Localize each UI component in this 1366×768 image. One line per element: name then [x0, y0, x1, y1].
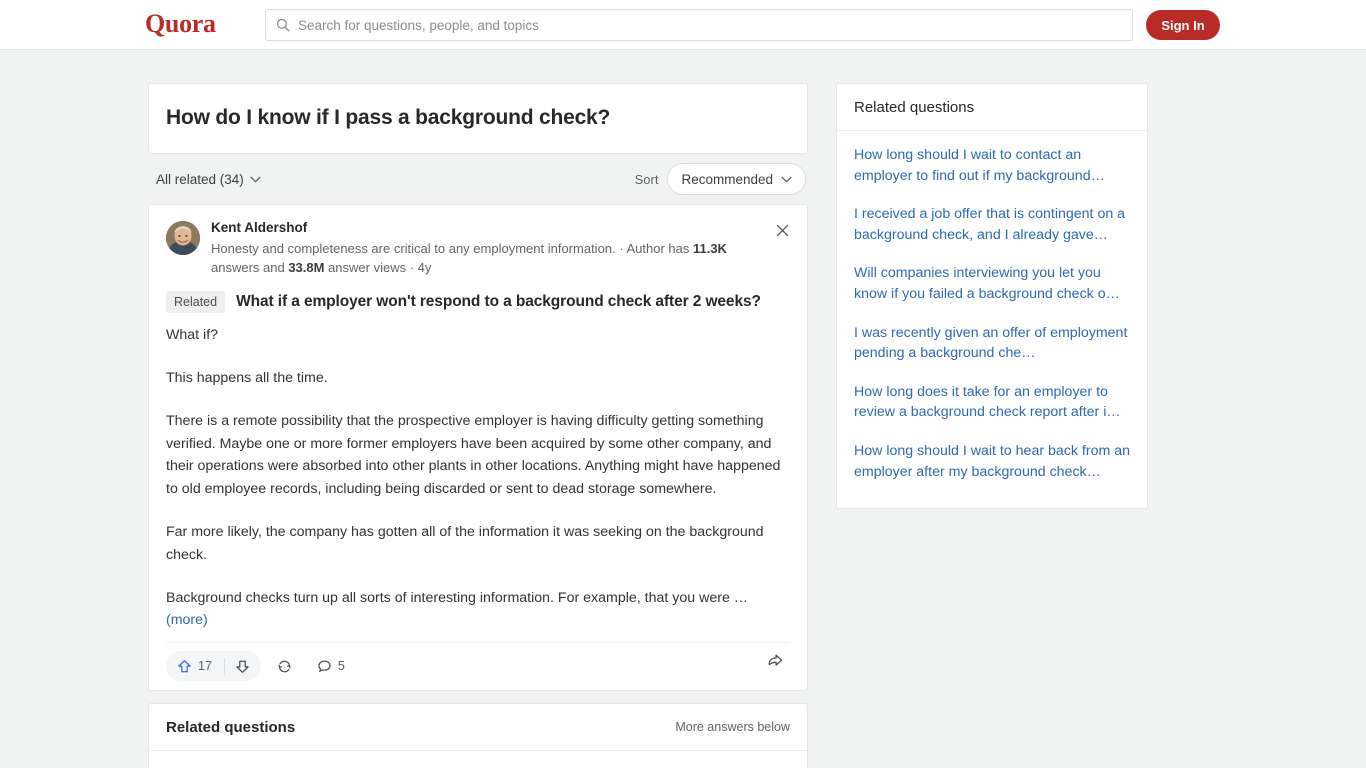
upvote-button[interactable]: 17 [166, 651, 224, 681]
sidebar-item-5[interactable]: How long should I wait to hear back from… [854, 441, 1130, 482]
answer-card: Kent Aldershof Honesty and completeness … [148, 204, 808, 691]
search-bar[interactable] [265, 9, 1133, 41]
bottom-related-list: How long should I wait to contact an emp… [149, 751, 807, 768]
avatar[interactable] [166, 221, 200, 256]
downvote-arrow-icon [236, 660, 250, 673]
credential-text-pre: Honesty and completeness are critical to… [211, 240, 693, 256]
credential-text-post: answer views · 4y [324, 260, 432, 276]
close-icon[interactable] [771, 219, 793, 241]
answer-paragraph: What if? [166, 326, 219, 343]
all-related-label: All related (34) [156, 171, 244, 187]
answer-body: What if? This happens all the time. Ther… [166, 324, 790, 632]
sidebar-related-card: Related questions How long should I wait… [836, 83, 1148, 510]
views-count: 33.8M [288, 260, 325, 276]
answers-count: 11.3K [692, 240, 727, 256]
bottom-related-header: Related questions More answers below [149, 704, 807, 751]
all-related-dropdown[interactable]: All related (34) [156, 172, 261, 187]
search-input[interactable] [298, 17, 1122, 33]
sidebar-related-list: How long should I wait to contact an emp… [837, 131, 1147, 508]
related-question-row: Related What if a employer won't respond… [166, 290, 790, 313]
repost-button[interactable] [268, 651, 301, 681]
more-answers-below-label: More answers below [675, 720, 790, 735]
upvote-count: 17 [198, 659, 212, 674]
more-link[interactable]: (more) [166, 612, 208, 628]
answer-header: Kent Aldershof Honesty and completeness … [166, 219, 790, 277]
answer-paragraph-text: Background checks turn up all sorts of i… [166, 590, 748, 607]
author-credential: Honesty and completeness are critical to… [211, 239, 762, 278]
share-arrow-icon [768, 654, 783, 666]
sort-control: Sort Recommended [634, 163, 806, 196]
downvote-button[interactable] [225, 651, 261, 681]
main-column: How do I know if I pass a background che… [148, 83, 808, 768]
sort-value: Recommended [681, 171, 773, 187]
sidebar-column: Related questions How long should I wait… [836, 83, 1148, 510]
search-icon [276, 18, 290, 32]
comment-button[interactable]: 5 [308, 651, 354, 681]
upvote-arrow-icon [178, 659, 191, 673]
quora-logo[interactable]: Quora [145, 9, 216, 39]
answer-paragraph-truncated: Background checks turn up all sorts of i… [166, 587, 790, 632]
page-body: How do I know if I pass a background che… [0, 50, 1366, 768]
author-name[interactable]: Kent Aldershof [211, 219, 762, 237]
credential-text-mid: answers and [211, 260, 289, 276]
chevron-down-icon [781, 176, 792, 183]
answer-paragraph: This happens all the time. [166, 369, 328, 386]
sort-label: Sort [634, 171, 659, 187]
sidebar-item-3[interactable]: I was recently given an offer of employm… [854, 323, 1130, 364]
answer-related-question[interactable]: What if a employer won't respond to a ba… [236, 293, 761, 311]
page-title: How do I know if I pass a background che… [166, 106, 611, 129]
question-card: How do I know if I pass a background che… [148, 83, 808, 155]
comment-count: 5 [337, 659, 345, 674]
answer-paragraph: Far more likely, the company has gotten … [166, 524, 764, 563]
author-meta: Kent Aldershof Honesty and completeness … [211, 219, 790, 277]
sidebar-item-2[interactable]: Will companies interviewing you let you … [854, 263, 1130, 304]
answer-paragraph: There is a remote possibility that the p… [166, 413, 781, 497]
sidebar-item-1[interactable]: I received a job offer that is contingen… [854, 204, 1130, 245]
chevron-down-icon [250, 176, 261, 183]
bottom-related-card: Related questions More answers below How… [148, 702, 808, 768]
comment-icon [318, 660, 331, 672]
sidebar-item-0[interactable]: How long should I wait to contact an emp… [854, 145, 1130, 186]
share-button[interactable] [767, 652, 784, 674]
sidebar-item-4[interactable]: How long does it take for an employer to… [854, 382, 1130, 423]
repost-icon [278, 660, 291, 673]
sign-in-button[interactable]: Sign In [1146, 10, 1220, 40]
filter-sort-row: All related (34) Sort Recommended [148, 154, 808, 204]
bottom-related-title: Related questions [166, 718, 296, 736]
sort-dropdown[interactable]: Recommended [667, 163, 806, 196]
top-header: Quora Sign In [0, 0, 1366, 50]
vote-group: 17 [166, 651, 261, 682]
sidebar-title: Related questions [837, 84, 1147, 131]
answer-actions: 17 5 [166, 641, 790, 690]
related-badge: Related [166, 290, 226, 313]
